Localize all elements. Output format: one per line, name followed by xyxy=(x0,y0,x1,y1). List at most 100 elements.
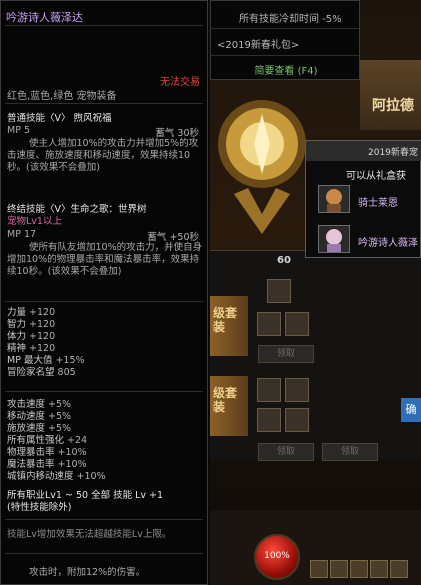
claim-button[interactable]: 领取 xyxy=(258,443,314,461)
divider xyxy=(5,391,203,392)
pet-name-title: 吟游诗人薇泽达 xyxy=(6,11,83,24)
item-slot[interactable] xyxy=(285,312,309,336)
stat-row: 魔法暴击率 +10% xyxy=(7,459,87,471)
set-card-label: 级套装 xyxy=(213,386,238,414)
skill-slot-icon[interactable] xyxy=(330,560,348,578)
banner-title: 阿拉德 xyxy=(372,98,414,114)
stat-row: 施放速度 +5% xyxy=(7,423,71,435)
stat-value: +10% xyxy=(76,471,106,482)
stat-row: 攻击速度 +5% xyxy=(7,399,71,411)
claim-button[interactable]: 领取 xyxy=(258,345,314,363)
divider xyxy=(5,25,203,26)
popup-message: 可以从礼盒获 xyxy=(346,171,406,182)
stat-value: +24 xyxy=(67,435,88,446)
stat-value: +10% xyxy=(57,447,87,458)
divider xyxy=(5,103,203,104)
popup-header: 2019新春宠 xyxy=(306,141,421,161)
hp-value: 100% xyxy=(264,551,290,561)
stat-label: 魔法暴击率 xyxy=(7,459,58,470)
stat-value: +10% xyxy=(57,459,87,470)
stat-label: 施放速度 xyxy=(7,423,49,434)
item-slot[interactable] xyxy=(267,279,291,303)
skill1-cost: 蓄气 30秒 xyxy=(155,128,199,139)
item-slot[interactable] xyxy=(257,378,281,402)
skill-limit-note: 技能Lv增加效果无法超越技能Lv上限。 xyxy=(7,529,172,540)
stat-value: +5% xyxy=(48,411,72,422)
item-slot[interactable] xyxy=(285,408,309,432)
stat-value: +15% xyxy=(55,355,85,366)
level-number: 60 xyxy=(277,255,291,266)
divider xyxy=(5,301,203,302)
stat-row: 所有属性强化 +24 xyxy=(7,435,87,447)
pet-name-knight[interactable]: 骑士莱恩 xyxy=(358,194,398,209)
confirm-button[interactable]: 确 xyxy=(401,398,421,422)
item-slot[interactable] xyxy=(285,378,309,402)
reward-popup: 2019新春宠 可以从礼盒获 骑士莱恩 吟游诗人薇泽 xyxy=(305,140,421,258)
stat-value: +120 xyxy=(29,307,56,318)
stat-value: +5% xyxy=(48,399,72,410)
skill-level-bonus-note: (特性技能除外) xyxy=(7,502,72,513)
stat-label: 力量 xyxy=(7,307,30,318)
skill2-name: 终结技能〈V〉生命之歌：世界树 xyxy=(7,204,147,215)
stat-label: 城镇内移动速度 xyxy=(7,471,77,482)
stat-label: 物理暴击率 xyxy=(7,447,58,458)
item-tooltip: 吟游诗人薇泽达 无法交易 红色,蓝色,绿色 宠物装备 普通技能〈V〉 煦风祝福 … xyxy=(0,0,208,585)
skill2-mp: MP 17 xyxy=(7,229,37,240)
skill2-cost: 蓄气 +50秒 xyxy=(147,232,199,243)
divider xyxy=(5,519,203,520)
stat-row: 移动速度 +5% xyxy=(7,411,71,423)
cooldown-effect: 所有技能冷却时间 -5% xyxy=(239,14,342,25)
stat-value: +120 xyxy=(29,319,56,330)
divider xyxy=(211,28,359,29)
stat-row: 精神 +120 xyxy=(7,343,55,355)
set-card-label: 级套装 xyxy=(213,306,238,334)
skill2-desc: 使所有队友增加10%的攻击力，并使自身增加10%的物理暴击率和魔法暴击率，效果持… xyxy=(7,242,203,277)
claim-button[interactable]: 领取 xyxy=(322,443,378,461)
stat-label: 精神 xyxy=(7,343,30,354)
stat-label: 体力 xyxy=(7,331,30,342)
stat-row: 体力 +120 xyxy=(7,331,55,343)
stat-row: 智力 +120 xyxy=(7,319,55,331)
stat-label: 移动速度 xyxy=(7,411,49,422)
stat-row: 冒险家名望 805 xyxy=(7,367,76,379)
set-card[interactable]: 级套装 xyxy=(210,296,248,356)
stat-row: 力量 +120 xyxy=(7,307,55,319)
skill-slot-icon[interactable] xyxy=(390,560,408,578)
stat-value: +5% xyxy=(48,423,72,434)
equip-type: 红色,蓝色,绿色 宠物装备 xyxy=(7,91,117,102)
attack-bonus-note: 攻击时，附加12%的伤害。 xyxy=(29,567,146,578)
stat-value: 805 xyxy=(57,367,76,378)
summary-view-link[interactable]: 简要查看 (F4) xyxy=(211,62,361,77)
popup-header-text: 2019新春宠 xyxy=(368,148,418,158)
set-card[interactable]: 级套装 xyxy=(210,376,248,436)
golden-emblem-icon xyxy=(218,100,306,234)
stat-value: +120 xyxy=(29,343,56,354)
skill-slot-icon[interactable] xyxy=(350,560,368,578)
skill1-desc: 使主人增加10%的攻击力并增加5%的攻击速度、施放速度和移动速度，效果持续10秒… xyxy=(7,138,199,173)
stat-label: 攻击速度 xyxy=(7,399,49,410)
skill-slot-icon[interactable] xyxy=(310,560,328,578)
item-slot[interactable] xyxy=(257,408,281,432)
divider xyxy=(211,55,359,56)
skill-slot-icon[interactable] xyxy=(370,560,388,578)
divider xyxy=(5,553,203,554)
hp-orb: 100% xyxy=(254,534,300,580)
skill-level-bonus: 所有职业Lv1 ~ 50 全部 技能 Lv +1 xyxy=(7,490,164,501)
stat-label: 智力 xyxy=(7,319,30,330)
stat-value: +120 xyxy=(29,331,56,342)
skill1-mp: MP 5 xyxy=(7,125,30,136)
stat-label: 冒险家名望 xyxy=(7,367,58,378)
set-effect-tooltip: 所有技能冷却时间 -5% <2019新春礼包> 简要查看 (F4) xyxy=(210,0,360,80)
stat-row: MP 最大值 +15% xyxy=(7,355,85,367)
knight-pet-icon[interactable] xyxy=(318,185,350,213)
bard-pet-icon[interactable] xyxy=(318,225,350,253)
skill2-requirement: 宠物Lv1以上 xyxy=(7,216,62,227)
item-slot[interactable] xyxy=(257,312,281,336)
stat-row: 城镇内移动速度 +10% xyxy=(7,471,106,483)
stat-row: 物理暴击率 +10% xyxy=(7,447,87,459)
skill1-name: 普通技能〈V〉 煦风祝福 xyxy=(7,113,112,124)
pet-name-bard[interactable]: 吟游诗人薇泽 xyxy=(358,234,418,249)
trade-status: 无法交易 xyxy=(160,77,200,88)
stat-label: MP 最大值 xyxy=(7,355,56,366)
package-name: <2019新春礼包> xyxy=(217,40,300,51)
